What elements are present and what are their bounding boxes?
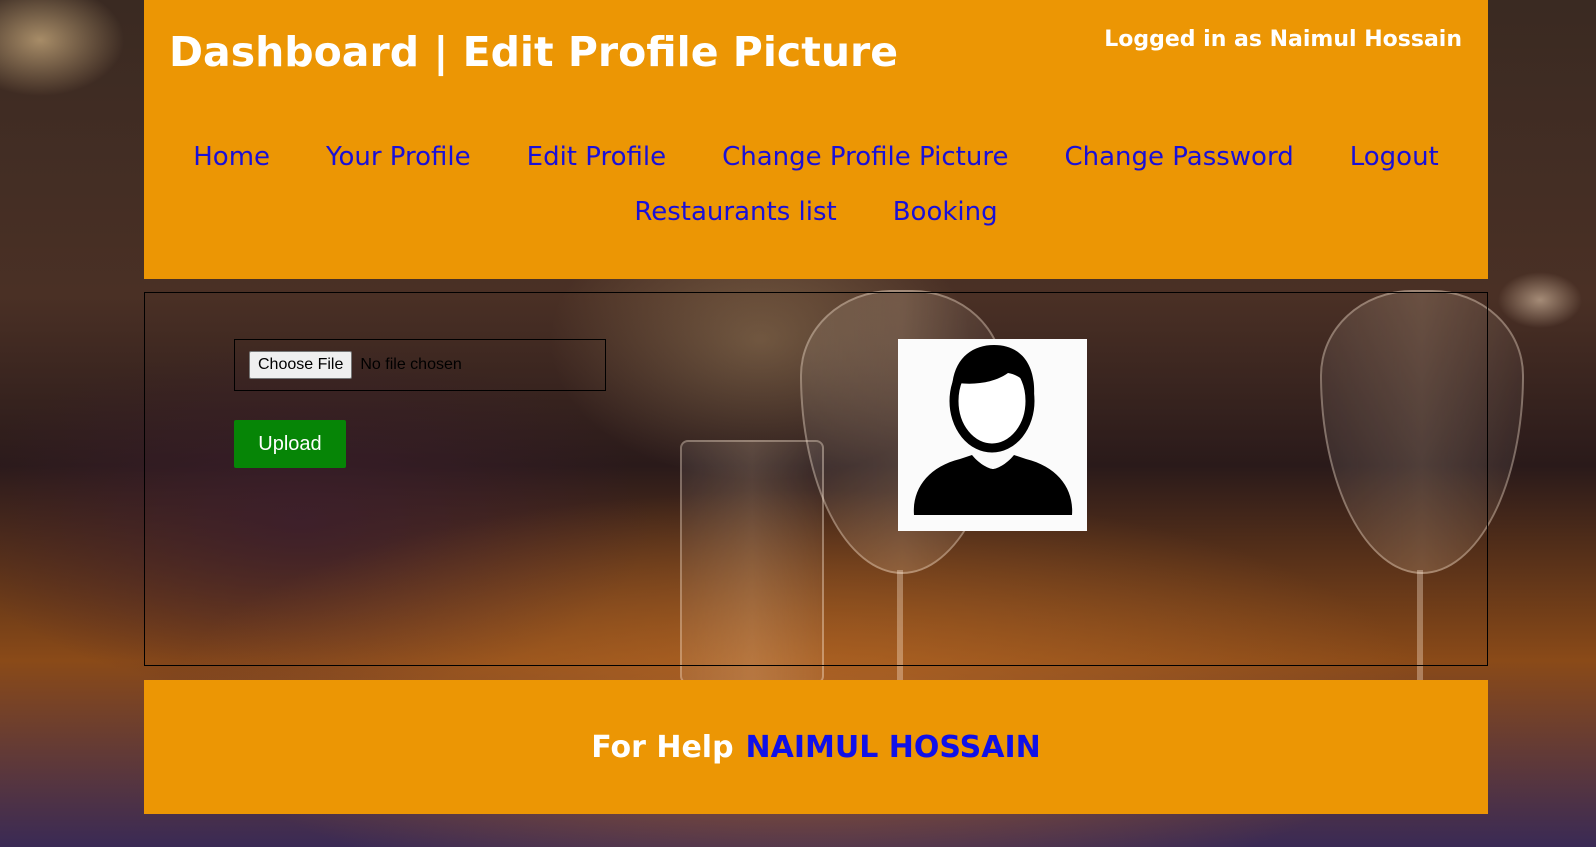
page-header: Dashboard | Edit Profile Picture Logged … [144,0,1488,279]
nav-link-booking[interactable]: Booking [893,185,998,240]
logged-in-label: Logged in as Naimul Hossain [1104,27,1462,52]
upload-button[interactable]: Upload [234,420,346,468]
file-input[interactable]: Choose File No file chosen [234,339,606,391]
user-silhouette-icon [913,345,1073,515]
nav-link-change-password[interactable]: Change Password [1064,130,1293,185]
nav-link-home[interactable]: Home [193,130,270,185]
nav-link-edit-profile[interactable]: Edit Profile [527,130,666,185]
upload-panel: Choose File No file chosen Upload [144,292,1488,666]
choose-file-button[interactable]: Choose File [249,351,353,379]
help-contact-name: NAIMUL HOSSAIN [745,729,1041,765]
no-file-chosen-text: No file chosen [360,356,462,373]
profile-picture [898,339,1087,531]
nav-link-logout[interactable]: Logout [1350,130,1439,185]
nav-link-restaurants-list[interactable]: Restaurants list [634,185,836,240]
page-footer: For Help NAIMUL HOSSAIN [144,680,1488,814]
main-nav: Home Your Profile Edit Profile Change Pr… [144,130,1488,240]
page-title: Dashboard | Edit Profile Picture [169,28,899,76]
nav-link-your-profile[interactable]: Your Profile [326,130,471,185]
help-label: For Help [591,729,734,765]
nav-link-change-profile-picture[interactable]: Change Profile Picture [722,130,1008,185]
